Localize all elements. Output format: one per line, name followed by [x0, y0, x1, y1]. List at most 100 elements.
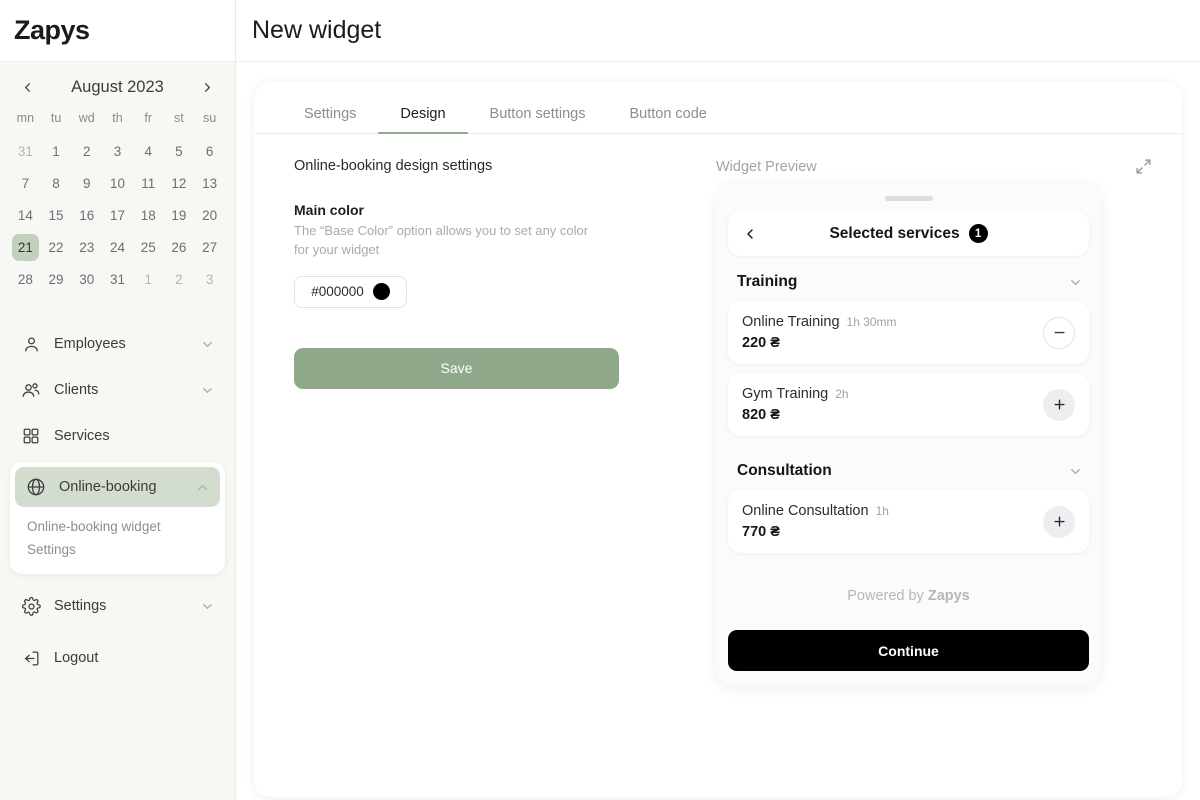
- brand-header: Zapys: [0, 0, 235, 62]
- calendar-day[interactable]: 11: [133, 168, 164, 198]
- sidebar-item-label: Online-booking: [59, 479, 157, 495]
- calendar-day[interactable]: 2: [164, 264, 195, 294]
- sidebar-item-services[interactable]: Services: [10, 416, 225, 456]
- color-input[interactable]: #000000: [294, 275, 407, 308]
- calendar-day[interactable]: 15: [41, 200, 72, 230]
- calendar-day[interactable]: 16: [71, 200, 102, 230]
- service-info: Online Training 1h 30mm 220 ₴: [742, 314, 1043, 351]
- calendar-day[interactable]: 31: [10, 136, 41, 166]
- sidebar-item-online-booking[interactable]: Online-booking: [15, 467, 220, 507]
- calendar-day-number: 19: [171, 207, 187, 223]
- calendar-day[interactable]: 8: [41, 168, 72, 198]
- save-button[interactable]: Save: [294, 347, 619, 389]
- calendar-day[interactable]: 3: [194, 264, 225, 294]
- main-color-label: Main color: [294, 202, 365, 218]
- widget-preview-column: Widget Preview Selected services 1 Train…: [694, 158, 1160, 687]
- calendar-month-label: August 2023: [71, 77, 164, 96]
- calendar-day[interactable]: 7: [10, 168, 41, 198]
- chevron-down-icon[interactable]: [1068, 275, 1083, 290]
- users-icon: [20, 379, 42, 401]
- powered-by-label: Powered by Zapys: [728, 562, 1089, 630]
- calendar-day-number: 27: [202, 239, 218, 255]
- calendar-day[interactable]: 27: [194, 232, 225, 262]
- content-area: Settings Design Button settings Button code…: [236, 62, 1200, 800]
- calendar-day[interactable]: 13: [194, 168, 225, 198]
- sidebar-subitem-online-booking-widget[interactable]: Online-booking widget: [27, 515, 220, 538]
- service-group-name: Training: [737, 273, 798, 290]
- sidebar-item-label: Clients: [54, 382, 99, 398]
- calendar-day-number: 29: [48, 271, 64, 287]
- service-item[interactable]: Online Training 1h 30mm 220 ₴: [728, 301, 1089, 364]
- service-item[interactable]: Online Consultation 1h 770 ₴: [728, 490, 1089, 553]
- sidebar-item-label: Settings: [54, 598, 107, 614]
- chevron-left-icon[interactable]: [16, 76, 38, 98]
- widget-header-title: Selected services: [829, 224, 960, 242]
- calendar-day[interactable]: 10: [102, 168, 133, 198]
- calendar-day[interactable]: 2: [71, 136, 102, 166]
- add-service-button[interactable]: [1043, 505, 1075, 538]
- calendar-day-number: 18: [140, 207, 156, 223]
- service-group-header[interactable]: Consultation: [728, 445, 1089, 490]
- sidebar-item-clients[interactable]: Clients: [10, 370, 225, 410]
- chevron-down-icon[interactable]: [200, 337, 215, 352]
- calendar-day[interactable]: 30: [71, 264, 102, 294]
- calendar-day[interactable]: 1: [133, 264, 164, 294]
- calendar-day[interactable]: 9: [71, 168, 102, 198]
- sidebar-item-logout[interactable]: Logout: [10, 638, 225, 678]
- calendar-day[interactable]: 1: [41, 136, 72, 166]
- calendar-day[interactable]: 23: [71, 232, 102, 262]
- calendar-day[interactable]: 4: [133, 136, 164, 166]
- calendar-day-number: 24: [109, 239, 125, 255]
- continue-button[interactable]: Continue: [728, 630, 1089, 671]
- calendar-day-number: 28: [17, 271, 33, 287]
- service-group-header[interactable]: Training: [728, 256, 1089, 301]
- sidebar-item-employees[interactable]: Employees: [10, 324, 225, 364]
- calendar-day[interactable]: 12: [164, 168, 195, 198]
- calendar-day[interactable]: 24: [102, 232, 133, 262]
- calendar-day[interactable]: 14: [10, 200, 41, 230]
- calendar-day-selected[interactable]: 21: [10, 232, 41, 262]
- drag-handle[interactable]: [884, 196, 933, 201]
- color-swatch-icon[interactable]: [372, 283, 390, 301]
- calendar-day-number: 16: [79, 207, 95, 223]
- chevron-down-icon[interactable]: [200, 383, 215, 398]
- chevron-down-icon[interactable]: [200, 599, 215, 614]
- calendar-day[interactable]: 20: [194, 200, 225, 230]
- chevron-right-icon[interactable]: [197, 76, 219, 98]
- service-group-name: Consultation: [737, 462, 832, 479]
- calendar-day[interactable]: 29: [41, 264, 72, 294]
- calendar-day[interactable]: 26: [164, 232, 195, 262]
- calendar-day[interactable]: 5: [164, 136, 195, 166]
- chevron-down-icon[interactable]: [1068, 464, 1083, 479]
- calendar-day-number: 26: [171, 239, 187, 255]
- sidebar-item-settings[interactable]: Settings: [10, 586, 225, 626]
- sidebar-subitem-settings[interactable]: Settings: [27, 538, 220, 561]
- calendar-day[interactable]: 18: [133, 200, 164, 230]
- plus-icon: [1052, 397, 1067, 412]
- calendar-day[interactable]: 6: [194, 136, 225, 166]
- expand-icon[interactable]: [1135, 158, 1152, 175]
- calendar-day[interactable]: 25: [133, 232, 164, 262]
- calendar-day[interactable]: 28: [10, 264, 41, 294]
- calendar-day[interactable]: 22: [41, 232, 72, 262]
- tab-settings[interactable]: Settings: [282, 106, 378, 133]
- tab-button-code[interactable]: Button code: [607, 106, 728, 133]
- chevron-left-icon[interactable]: [742, 226, 758, 242]
- calendar-day[interactable]: 3: [102, 136, 133, 166]
- calendar-day-number: 21: [11, 233, 39, 261]
- chevron-up-icon[interactable]: [195, 480, 210, 495]
- remove-service-button[interactable]: [1043, 316, 1075, 349]
- sidebar: Zapys August 2023 mn tu wd th fr st su 31 1 2 3 4 5 6…: [0, 0, 236, 800]
- service-title-row: Online Training 1h 30mm: [742, 314, 1043, 330]
- tab-button-settings[interactable]: Button settings: [468, 106, 608, 133]
- calendar-day-number: 3: [113, 143, 122, 159]
- calendar-day[interactable]: 17: [102, 200, 133, 230]
- calendar-day[interactable]: 31: [102, 264, 133, 294]
- app-root: Zapys August 2023 mn tu wd th fr st su 31 1 2 3 4 5 6…: [0, 0, 1200, 800]
- sidebar-nav: Employees Clients Services Online-booking On…: [0, 302, 235, 800]
- service-item[interactable]: Gym Training 2h 820 ₴: [728, 373, 1089, 436]
- add-service-button[interactable]: [1043, 388, 1075, 421]
- calendar-day[interactable]: 19: [164, 200, 195, 230]
- tab-design[interactable]: Design: [378, 106, 468, 134]
- calendar-day-number: 15: [48, 207, 64, 223]
